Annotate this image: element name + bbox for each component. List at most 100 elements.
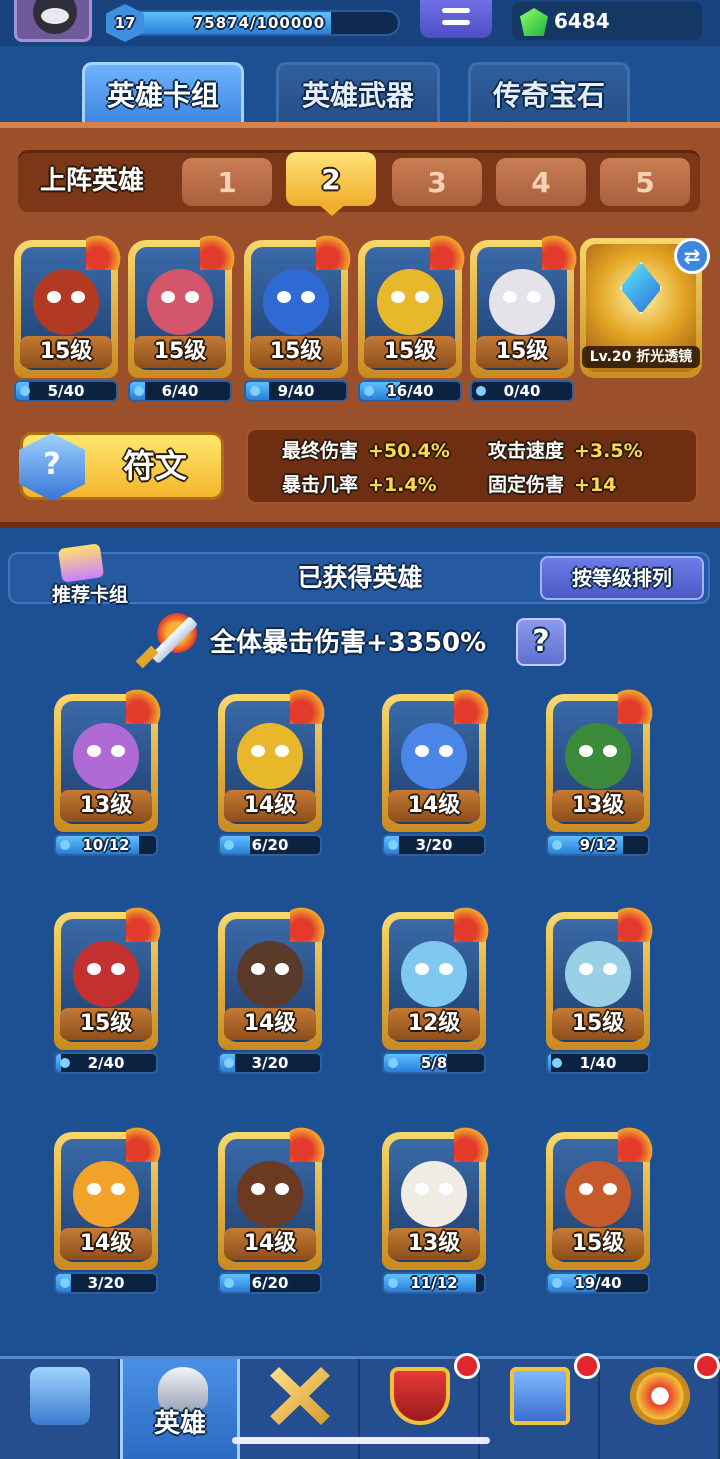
deck-slot-3[interactable]: 3: [392, 158, 482, 206]
hero-shard-text: 10/12: [82, 836, 130, 854]
collection-hero-card[interactable]: 13级 11/12: [382, 1124, 492, 1294]
hero-level: 13级: [60, 790, 152, 822]
phoenix-wing-icon: [618, 1124, 656, 1162]
collection-hero-card[interactable]: 12级 5/8: [382, 904, 492, 1074]
nav-social[interactable]: [480, 1353, 600, 1459]
panda-avatar-icon: [33, 0, 77, 34]
phoenix-wing-icon: [454, 1124, 492, 1162]
gem-icon: [520, 8, 548, 36]
hero-head-icon: [565, 1161, 631, 1227]
phoenix-wing-icon: [200, 232, 238, 270]
hero-shard-progress: 1/40: [546, 1052, 650, 1074]
hero-shard-text: 6/20: [251, 836, 289, 854]
nav-heroes[interactable]: 英雄: [120, 1359, 240, 1459]
hero-card-frame: 15级: [54, 904, 164, 1050]
collection-hero-card[interactable]: 13级 9/12: [546, 686, 656, 856]
hero-level: 14级: [224, 1008, 316, 1040]
stat-fixed-damage: 固定伤害 +14: [488, 474, 617, 496]
collection-hero-card[interactable]: 14级 3/20: [218, 904, 328, 1074]
hero-card-frame: 14级: [382, 686, 492, 832]
nav-chest[interactable]: [0, 1359, 120, 1459]
deck-slot-4[interactable]: 4: [496, 158, 586, 206]
collection-hero-card[interactable]: 14级 3/20: [54, 1124, 164, 1294]
menu-button[interactable]: [420, 0, 492, 38]
hero-level: 13级: [388, 1228, 480, 1260]
hero-shard-progress: 6/20: [218, 1272, 322, 1294]
hero-level: 15级: [476, 336, 568, 368]
hero-shard-text: 9/40: [277, 382, 315, 400]
hero-head-icon: [147, 269, 213, 335]
collection-hero-card[interactable]: 14级 6/20: [218, 686, 328, 856]
hero-level: 15级: [364, 336, 456, 368]
help-button[interactable]: ?: [516, 618, 566, 666]
collection-hero-card[interactable]: 14级 3/20: [382, 686, 492, 856]
hero-card-frame: 15级: [244, 232, 354, 378]
collection-title: 已获得英雄: [297, 563, 423, 592]
hero-shard-progress: 3/20: [382, 834, 486, 856]
hero-shard-progress: 5/40: [14, 380, 118, 402]
tab-hero-deck[interactable]: 英雄卡组: [82, 62, 244, 122]
player-avatar[interactable]: [14, 0, 92, 42]
deck-slot-strip: 上阵英雄 1 2 3 4 5: [18, 150, 700, 216]
hero-card-frame: 13级: [54, 686, 164, 832]
hero-shard-text: 16/40: [386, 382, 434, 400]
phoenix-wing-icon: [430, 232, 468, 270]
hero-card-frame: 13级: [546, 686, 656, 832]
hero-shard-text: 9/12: [579, 836, 617, 854]
nav-guild[interactable]: [360, 1353, 480, 1459]
collection-hero-card[interactable]: 13级 10/12: [54, 686, 164, 856]
hero-head-icon: [263, 269, 329, 335]
hero-head-icon: [565, 723, 631, 789]
deck-slot-5[interactable]: 5: [600, 158, 690, 206]
tab-hero-weapons[interactable]: 英雄武器: [276, 62, 440, 122]
nav-battle[interactable]: [240, 1359, 360, 1459]
deck-stats-box: 最终伤害 +50.4% 攻击速度 +3.5% 暴击几率 +1.4% 固定伤害 +14: [246, 428, 698, 504]
hero-shard-progress: 9/12: [546, 834, 650, 856]
recommended-deck-button[interactable]: 推荐卡组: [40, 543, 130, 606]
hero-shard-progress: 3/20: [218, 1052, 322, 1074]
phoenix-wing-icon: [290, 1124, 328, 1162]
global-crit-text: 全体暴击伤害+3350%: [210, 628, 487, 658]
crossed-swords-icon: [270, 1367, 330, 1425]
hero-shard-progress: 10/12: [54, 834, 158, 856]
rune-button[interactable]: 符文: [19, 432, 224, 501]
tab-legendary-gems[interactable]: 传奇宝石: [468, 62, 630, 122]
hero-head-icon: [237, 1161, 303, 1227]
phoenix-wing-icon: [290, 686, 328, 724]
collection-hero-card[interactable]: 15级 2/40: [54, 904, 164, 1074]
collection-hero-card[interactable]: 15级 19/40: [546, 1124, 656, 1294]
gem-counter[interactable]: 6484: [512, 2, 702, 40]
hero-level: 15级: [552, 1228, 644, 1260]
hero-head-icon: [73, 1161, 139, 1227]
hero-head-icon: [565, 941, 631, 1007]
hero-shard-progress: 9/40: [244, 380, 348, 402]
deck-hero-card[interactable]: 15级 0/40: [470, 232, 580, 402]
deck-slot-1[interactable]: 1: [182, 158, 272, 206]
deck-slot-2[interactable]: 2: [286, 152, 376, 216]
deck-hero-card[interactable]: 15级 9/40: [244, 232, 354, 402]
hero-shard-text: 3/20: [87, 1274, 125, 1292]
hero-level: 14级: [224, 1228, 316, 1260]
stat-final-damage: 最终伤害 +50.4%: [282, 440, 450, 462]
hero-head-icon: [237, 723, 303, 789]
sort-by-level-button[interactable]: 按等级排列: [540, 556, 704, 600]
hero-level: 15级: [134, 336, 226, 368]
top-bar: 75874/100000 17 6484: [0, 0, 720, 46]
collection-hero-card[interactable]: 14级 6/20: [218, 1124, 328, 1294]
hero-card-frame: 15级: [14, 232, 124, 378]
deck-hero-card[interactable]: 15级 16/40: [358, 232, 468, 402]
swap-icon[interactable]: ⇄: [674, 238, 710, 274]
stat-crit-rate: 暴击几率 +1.4%: [282, 474, 437, 496]
nav-explore[interactable]: [600, 1353, 720, 1459]
phoenix-wing-icon: [316, 232, 354, 270]
deck-hero-card[interactable]: 15级 5/40: [14, 232, 124, 402]
deck-hero-card[interactable]: 15级 6/40: [128, 232, 238, 402]
collection-hero-card[interactable]: 15级 1/40: [546, 904, 656, 1074]
phoenix-wing-icon: [126, 904, 164, 942]
phoenix-wing-icon: [126, 686, 164, 724]
hero-head-icon: [401, 941, 467, 1007]
hero-shard-text: 19/40: [574, 1274, 622, 1292]
hero-shard-text: 11/12: [410, 1274, 458, 1292]
hero-level: 14级: [388, 790, 480, 822]
hero-card-frame: 15级: [546, 1124, 656, 1270]
